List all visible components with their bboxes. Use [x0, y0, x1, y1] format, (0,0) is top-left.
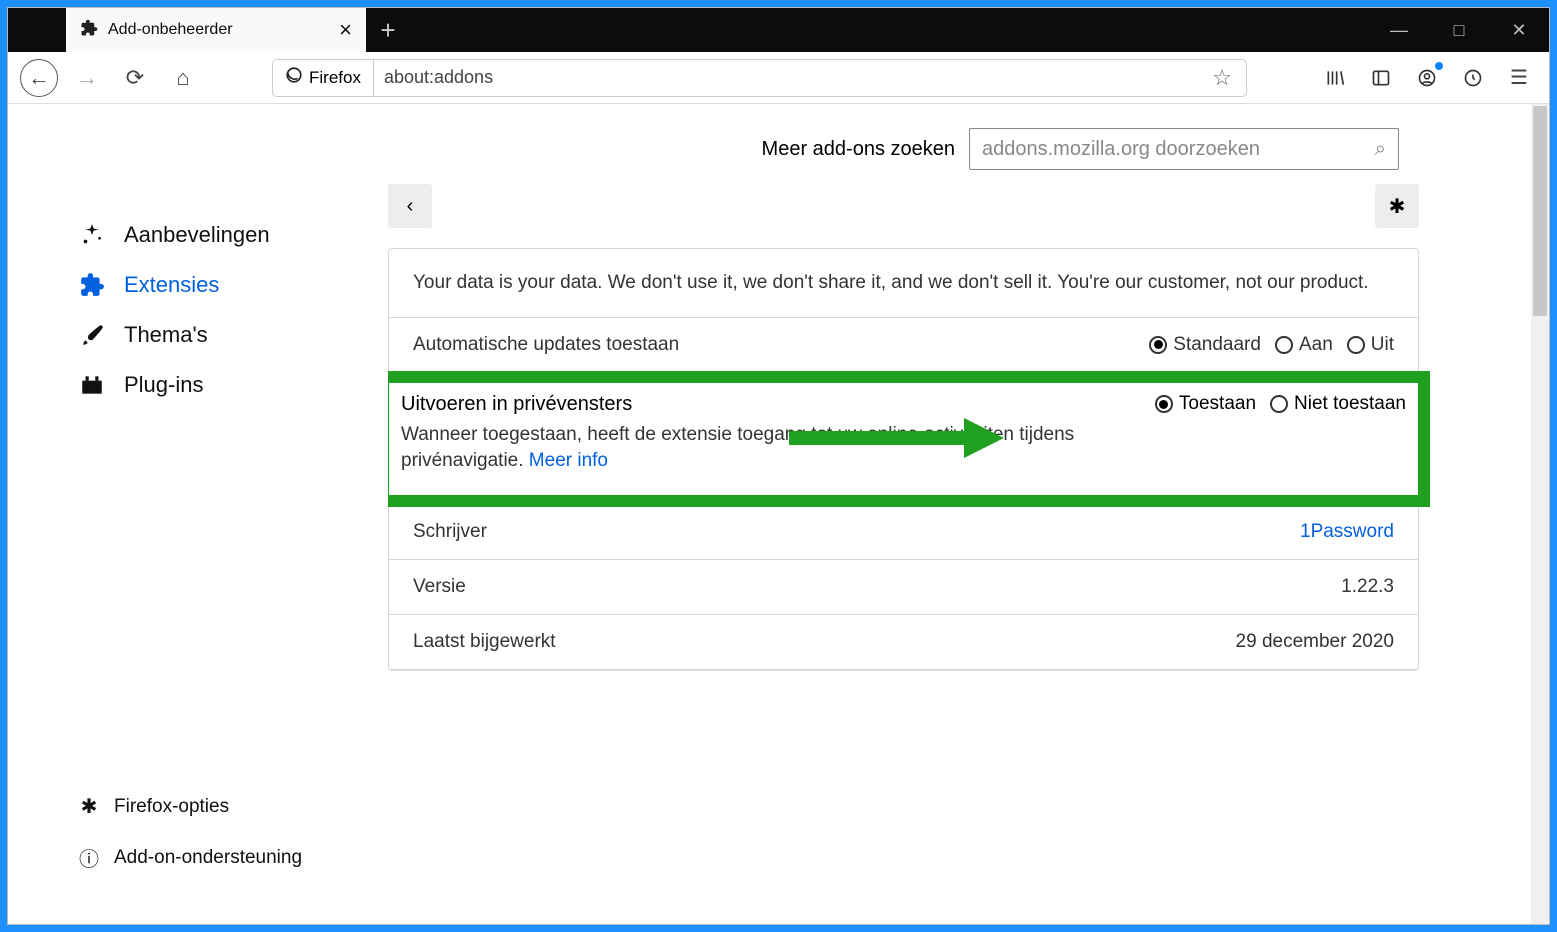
row-label: Automatische updates toestaan	[413, 334, 679, 356]
row-auto-updates: Automatische updates toestaan Standaard …	[389, 318, 1418, 373]
more-info-link[interactable]: Meer info	[529, 450, 608, 471]
sidebar-item-label: Add-on-ondersteuning	[114, 847, 302, 869]
app-menu-button[interactable]: ☰	[1501, 60, 1537, 96]
search-header-label: Meer add-ons zoeken	[762, 138, 955, 161]
sidebar-toggle-icon[interactable]	[1363, 60, 1399, 96]
radio-icon	[1270, 395, 1288, 413]
browser-toolbar: ← → ⟳ ⌂ Firefox about:addons ☆ ☰	[8, 52, 1549, 104]
window-minimize-button[interactable]: —	[1369, 8, 1429, 52]
extension-icon	[80, 19, 98, 42]
identity-box[interactable]: Firefox	[273, 60, 374, 96]
sidebar-item-label: Plug-ins	[124, 372, 203, 398]
radio-icon	[1275, 336, 1293, 354]
highlight-annotation: Uitvoeren in privévensters Toestaan Niet…	[388, 371, 1430, 507]
nav-reload-button[interactable]: ⟳	[116, 59, 154, 97]
search-placeholder: addons.mozilla.org doorzoeken	[982, 138, 1260, 161]
puzzle-icon	[78, 272, 106, 298]
identity-label: Firefox	[309, 68, 361, 88]
sparkle-icon	[78, 222, 106, 248]
nav-forward-button[interactable]: →	[68, 59, 106, 97]
row-version: Versie 1.22.3	[389, 560, 1418, 615]
url-bar[interactable]: Firefox about:addons ☆	[272, 59, 1247, 97]
sidebar-item-recommendations[interactable]: Aanbevelingen	[78, 210, 388, 260]
updated-value: 29 december 2020	[1236, 631, 1394, 653]
scrollbar[interactable]: ▴	[1531, 104, 1549, 924]
addons-search-input[interactable]: addons.mozilla.org doorzoeken ⌕	[969, 128, 1399, 170]
help-icon: ⓘ	[78, 843, 100, 872]
author-link[interactable]: 1Password	[1300, 521, 1394, 543]
radio-icon	[1347, 336, 1365, 354]
sidebar-item-label: Extensies	[124, 272, 219, 298]
browser-tab[interactable]: Add-onbeheerder ×	[66, 8, 366, 52]
radio-icon	[1155, 395, 1173, 413]
row-label: Uitvoeren in privévensters	[401, 393, 632, 416]
row-label: Schrijver	[413, 521, 487, 543]
url-text: about:addons	[374, 67, 1198, 88]
brush-icon	[78, 322, 106, 348]
window-close-button[interactable]: ✕	[1489, 8, 1549, 52]
sidebar-item-addon-support[interactable]: ⓘ Add-on-ondersteuning	[78, 831, 388, 884]
nav-back-button[interactable]: ←	[20, 59, 58, 97]
detail-card: Your data is your data. We don't use it,…	[388, 248, 1419, 671]
sidebar-item-label: Thema's	[124, 322, 208, 348]
sidebar-item-label: Aanbevelingen	[124, 222, 270, 248]
private-note: Wanneer toegestaan, heeft de extensie to…	[401, 422, 1181, 475]
extension-detail-panel: ‹ ✱ Your data is your data. We don't use…	[388, 184, 1549, 924]
protection-icon[interactable]	[1455, 60, 1491, 96]
row-label: Versie	[413, 576, 466, 598]
addons-sidebar: Aanbevelingen Extensies Thema's Plug-ins…	[8, 184, 388, 924]
extension-description: Your data is your data. We don't use it,…	[389, 249, 1418, 318]
library-icon[interactable]	[1317, 60, 1353, 96]
close-tab-icon[interactable]: ×	[339, 17, 352, 43]
row-author: Schrijver 1Password	[389, 505, 1418, 560]
radio-auto-updates-default[interactable]: Standaard	[1149, 334, 1261, 356]
sidebar-item-themes[interactable]: Thema's	[78, 310, 388, 360]
radio-auto-updates-on[interactable]: Aan	[1275, 334, 1333, 356]
new-tab-button[interactable]: +	[366, 8, 410, 52]
radio-private-deny[interactable]: Niet toestaan	[1270, 393, 1406, 415]
window-maximize-button[interactable]: □	[1429, 8, 1489, 52]
radio-private-allow[interactable]: Toestaan	[1155, 393, 1256, 415]
nav-home-button[interactable]: ⌂	[164, 59, 202, 97]
row-updated: Laatst bijgewerkt 29 december 2020	[389, 615, 1418, 670]
version-value: 1.22.3	[1341, 576, 1394, 598]
radio-icon	[1149, 336, 1167, 354]
account-icon[interactable]	[1409, 60, 1445, 96]
gear-icon: ✱	[78, 794, 100, 819]
sidebar-item-firefox-options[interactable]: ✱ Firefox-opties	[78, 782, 388, 831]
search-icon: ⌕	[1375, 138, 1386, 161]
bookmark-star-icon[interactable]: ☆	[1198, 65, 1246, 91]
firefox-icon	[285, 66, 303, 89]
tab-title: Add-onbeheerder	[108, 21, 233, 39]
radio-auto-updates-off[interactable]: Uit	[1347, 334, 1394, 356]
tab-bar: Add-onbeheerder × + — □ ✕	[8, 8, 1549, 52]
sidebar-item-plugins[interactable]: Plug-ins	[78, 360, 388, 410]
back-to-list-button[interactable]: ‹	[388, 184, 432, 228]
sidebar-item-label: Firefox-opties	[114, 796, 229, 818]
row-label: Laatst bijgewerkt	[413, 631, 556, 653]
sidebar-item-extensions[interactable]: Extensies	[78, 260, 388, 310]
plugin-icon	[78, 372, 106, 398]
addons-gear-button[interactable]: ✱	[1375, 184, 1419, 228]
